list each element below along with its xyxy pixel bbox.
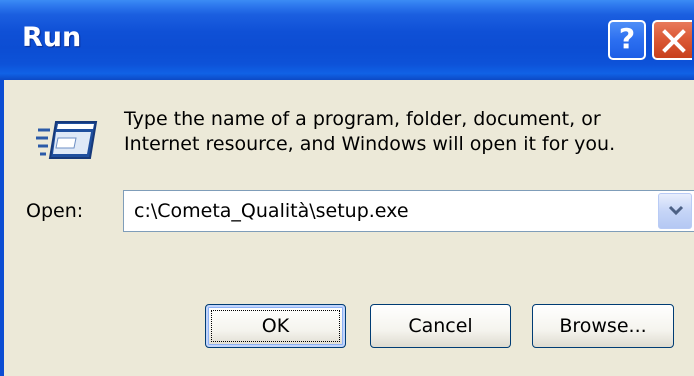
help-icon: ?	[618, 22, 636, 55]
close-button[interactable]	[652, 20, 692, 60]
window-border	[0, 80, 4, 376]
run-program-icon	[36, 121, 98, 159]
help-button[interactable]: ?	[608, 20, 646, 60]
description-text: Type the name of a program, folder, docu…	[124, 107, 684, 157]
open-input[interactable]: c:\Cometa_Qualità\setup.exe	[134, 200, 409, 222]
open-label: Open:	[26, 200, 84, 222]
dropdown-button[interactable]	[658, 193, 692, 229]
browse-button-label: Browse...	[559, 315, 647, 337]
ok-button[interactable]: OK	[205, 304, 346, 348]
close-icon	[662, 29, 686, 53]
title-bar[interactable]: Run ?	[0, 0, 694, 80]
cancel-button[interactable]: Cancel	[370, 304, 511, 348]
open-combobox[interactable]: c:\Cometa_Qualità\setup.exe	[123, 190, 694, 232]
browse-button[interactable]: Browse...	[532, 304, 674, 348]
description-line: Type the name of a program, folder, docu…	[124, 108, 601, 130]
focus-rectangle	[211, 310, 340, 342]
chevron-down-icon	[668, 205, 684, 216]
window-title: Run	[22, 22, 82, 53]
run-dialog: Run ? Type the name of a program, folder…	[0, 0, 694, 376]
cancel-button-label: Cancel	[408, 315, 473, 337]
description-line: Internet resource, and Windows will open…	[124, 133, 616, 155]
